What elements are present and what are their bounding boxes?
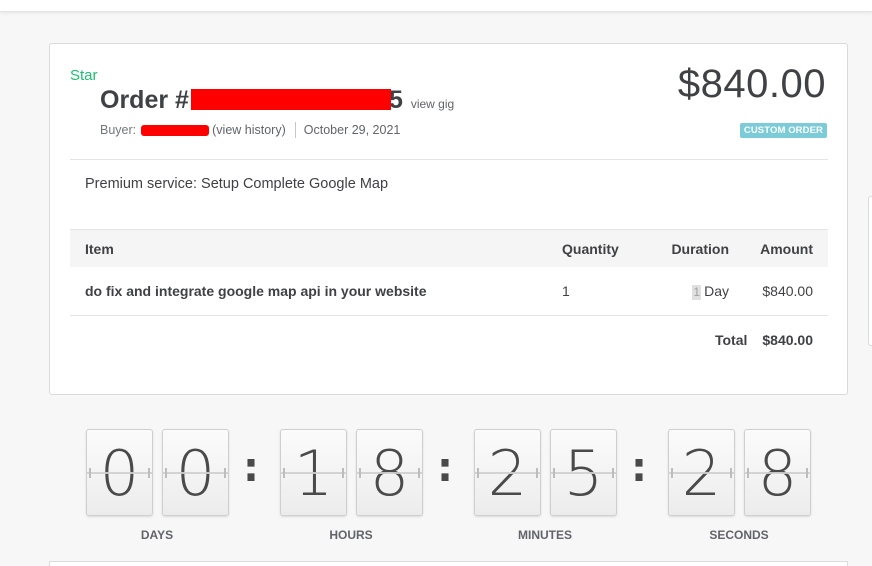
duration-unit: Day [704, 282, 729, 299]
hours-digit-1: 1 [280, 429, 347, 516]
order-title: Order # 5 view gig [100, 86, 454, 115]
buyer-label: Buyer: [100, 123, 137, 137]
total-label: Total [714, 331, 748, 348]
countdown-timer: 0 0 : 1 8 : 2 5 : 2 8 DAYS HOURS MINUTES… [0, 429, 872, 549]
header-quantity: Quantity [562, 240, 619, 257]
header-duration: Duration [671, 240, 729, 257]
meta-divider [294, 122, 296, 138]
header-divider [70, 159, 828, 160]
order-number-redaction [190, 89, 391, 110]
order-date: October 29, 2021 [303, 123, 401, 137]
row-amount: $840.00 [762, 283, 813, 299]
colon-separator: : [631, 445, 647, 491]
order-items-table: Item Quantity Duration Amount do fix and… [70, 229, 828, 363]
days-digit-2: 0 [162, 429, 229, 516]
table-row: do fix and integrate google map api in y… [70, 267, 828, 316]
days-digit-1: 0 [86, 429, 153, 516]
header-item: Item [85, 240, 114, 257]
table-header: Item Quantity Duration Amount [70, 229, 828, 267]
total-row: Total $840.00 [70, 316, 828, 363]
view-history-link[interactable]: (view history) [212, 123, 286, 137]
side-panel-handle[interactable] [868, 196, 872, 346]
order-title-suffix: 5 [388, 86, 403, 114]
minutes-digit-2: 5 [550, 429, 617, 516]
hours-label: HOURS [329, 528, 373, 542]
service-description: Premium service: Setup Complete Google M… [85, 176, 389, 192]
top-header-edge [0, 0, 872, 12]
next-card-edge [49, 561, 848, 566]
colon-separator: : [437, 445, 453, 491]
total-value: $840.00 [762, 331, 813, 348]
row-duration: 1 Day [645, 283, 737, 300]
duration-number: 1 [692, 284, 702, 300]
star-link[interactable]: Star [70, 67, 98, 84]
days-label: DAYS [140, 528, 174, 542]
view-gig-link[interactable]: view gig [411, 97, 454, 111]
colon-separator: : [243, 445, 259, 491]
seconds-label: SECONDS [709, 528, 769, 542]
buyer-name-redaction [141, 124, 210, 136]
row-quantity: 1 [562, 283, 570, 299]
order-price: $840.00 [677, 62, 826, 106]
minutes-digit-1: 2 [474, 429, 541, 516]
custom-order-badge: CUSTOM ORDER [739, 123, 827, 138]
order-title-prefix: Order # [100, 86, 189, 114]
seconds-digit-2: 8 [744, 429, 811, 516]
order-card: Star Order # 5 view gig Buyer: (view his… [49, 43, 848, 395]
minutes-label: MINUTES [518, 528, 572, 542]
header-amount: Amount [760, 240, 813, 257]
hours-digit-2: 8 [356, 429, 423, 516]
seconds-digit-1: 2 [668, 429, 735, 516]
order-meta: Buyer: (view history) October 29, 2021 [100, 122, 400, 138]
row-item: do fix and integrate google map api in y… [85, 283, 427, 299]
